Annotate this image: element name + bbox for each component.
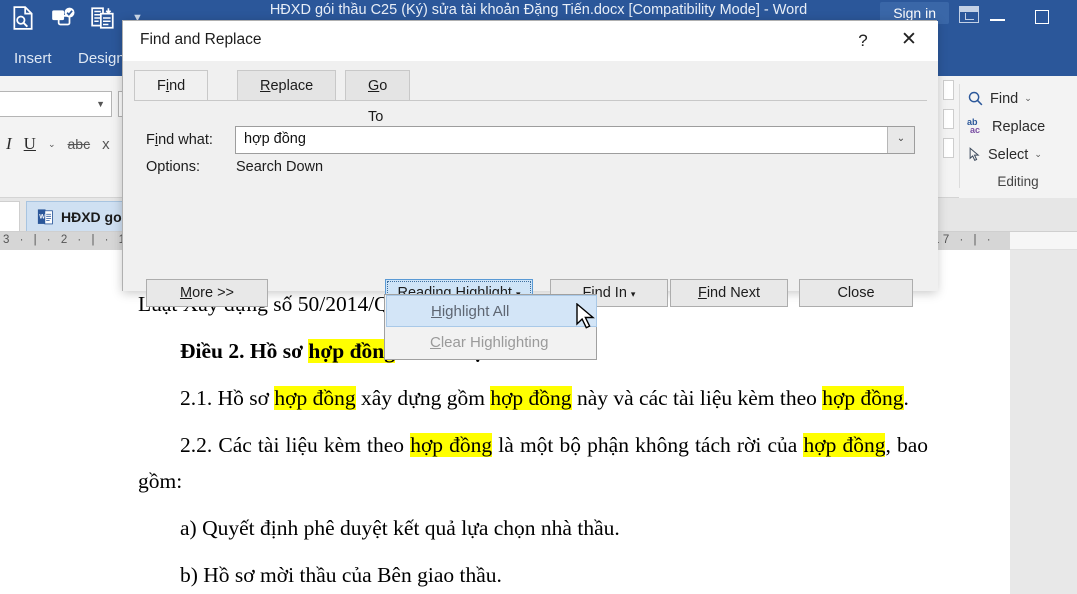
text-run: này và các tài liệu kèm theo (571, 386, 823, 410)
more-button[interactable]: More >> (146, 279, 268, 307)
style-swatch (943, 109, 954, 129)
text-run: 2.1. Hồ sơ (180, 386, 275, 410)
underline-button[interactable]: U (24, 134, 36, 154)
style-swatch (943, 138, 954, 158)
search-icon (968, 91, 983, 106)
tab-find[interactable]: Find (134, 70, 209, 101)
document-paragraph: 2.2. Các tài liệu kèm theo hợp đồng là m… (138, 427, 928, 499)
find-what-input[interactable]: hợp đồng (244, 131, 306, 147)
word-application-window: ▼ HĐXD gói thầu C25 (Ký) sửa tài khoản Đ… (0, 0, 1077, 594)
word-document-icon: W (37, 208, 53, 224)
editing-group: Find ⌄ ab ac Replace Select ⌄ Editing (959, 76, 1077, 198)
strikethrough-button[interactable]: abc (68, 136, 91, 152)
document-tab-active[interactable]: W HĐXD goi (26, 201, 137, 231)
font-format-toolbar: I U ⌄ abc x (6, 134, 110, 154)
find-what-label: Find what: (146, 132, 213, 148)
text-run: Điều 2. Hồ sơ (180, 339, 309, 363)
ribbon-tab-design[interactable]: Design (78, 50, 125, 67)
document-paragraph: 2.1. Hồ sơ hợp đồng xây dựng gồm hợp đồn… (138, 380, 928, 416)
find-button[interactable]: Find ⌄ (967, 90, 1032, 107)
text-run: xây dựng gồm (355, 386, 491, 410)
chevron-down-icon: ⌄ (1034, 149, 1042, 159)
document-paragraph: b) Hồ sơ mời thầu của Bên giao thầu. (138, 557, 928, 593)
minimize-button[interactable] (990, 10, 1005, 21)
find-and-replace-dialog: Find and Replace ? ✕ Find Replace Go To … (122, 20, 938, 307)
options-value: Search Down (236, 159, 324, 175)
document-tab-label: HĐXD goi (61, 208, 126, 225)
replace-button-label: Replace (992, 118, 1046, 135)
replace-button[interactable]: ab ac Replace (967, 118, 1045, 135)
chevron-down-icon[interactable]: ⌄ (48, 139, 56, 150)
dialog-title: Find and Replace (140, 31, 262, 48)
tab-underline (134, 100, 927, 101)
ribbon-display-options-icon[interactable] (959, 6, 979, 23)
previous-document-tab[interactable] (0, 201, 20, 231)
menu-item-highlight-all[interactable]: Highlight All (386, 295, 597, 327)
highlighted-text-run: hợp đồng (803, 433, 886, 457)
subscript-button[interactable]: x (102, 136, 110, 153)
find-next-button[interactable]: Find Next (670, 279, 788, 307)
tab-find-label-rest: nd (169, 78, 186, 94)
find-button-label: Find (990, 90, 1019, 107)
font-name-combobox[interactable]: ▼ (0, 91, 112, 117)
mouse-pointer-icon (576, 303, 595, 329)
close-dialog-button[interactable]: Close (799, 279, 913, 307)
close-icon[interactable]: ✕ (894, 29, 924, 53)
tab-goto[interactable]: Go To (345, 70, 411, 125)
highlighted-text-run: hợp đồng (274, 386, 356, 410)
document-right-gutter (1010, 250, 1077, 594)
select-button[interactable]: Select ⌄ (967, 146, 1042, 163)
editing-group-label: Editing (997, 174, 1039, 189)
maximize-button[interactable] (1035, 10, 1049, 24)
highlight-all-label-rest: ighlight All (441, 303, 510, 320)
ribbon-tab-insert[interactable]: Insert (14, 50, 52, 67)
text-run: 2.2. Các tài liệu kèm theo (180, 433, 411, 457)
chevron-down-icon: ▼ (96, 99, 105, 109)
tab-replace[interactable]: Replace (237, 70, 337, 101)
chevron-down-icon: ⌄ (1024, 93, 1032, 103)
reading-highlight-menu: Highlight All Clear Highlighting (384, 294, 597, 360)
options-label: Options: (146, 159, 200, 175)
ribbon-style-gallery (943, 80, 957, 196)
text-run: a) Quyết định phê duyệt kết quả lựa chọn… (180, 516, 620, 540)
style-swatch (943, 80, 954, 100)
text-run: . (903, 386, 909, 410)
text-run: b) Hồ sơ mời thầu của Bên giao thầu. (180, 563, 502, 587)
highlighted-text-run: hợp đồng (308, 339, 395, 363)
find-in-label-rest: nd In (594, 285, 631, 301)
clear-highlighting-label-rest: lear Highlighting (440, 334, 549, 351)
chevron-down-icon: ▾ (630, 289, 636, 299)
cursor-icon (969, 147, 980, 162)
dialog-body: Find Replace Go To Find what: Options: S… (123, 61, 938, 307)
ruler-marks-right: 17 · | · (930, 232, 1010, 250)
find-what-combobox[interactable]: hợp đồng ⌄ (235, 126, 915, 154)
help-button[interactable]: ? (850, 29, 876, 53)
text-run: là một bộ phận không tách rời của (492, 433, 804, 457)
group-separator (959, 84, 960, 188)
highlighted-text-run: hợp đồng (822, 386, 904, 410)
italic-button[interactable]: I (6, 134, 12, 154)
svg-text:W: W (39, 213, 45, 220)
chevron-down-icon[interactable]: ⌄ (887, 127, 914, 153)
select-button-label: Select (988, 146, 1029, 163)
replace-icon: ab ac (967, 117, 981, 135)
dialog-title-bar: Find and Replace ? ✕ (123, 21, 938, 61)
highlighted-text-run: hợp đồng (490, 386, 572, 410)
menu-item-clear-highlighting[interactable]: Clear Highlighting (386, 327, 597, 359)
highlighted-text-run: hợp đồng (410, 433, 493, 457)
document-paragraph: a) Quyết định phê duyệt kết quả lựa chọn… (138, 510, 928, 546)
